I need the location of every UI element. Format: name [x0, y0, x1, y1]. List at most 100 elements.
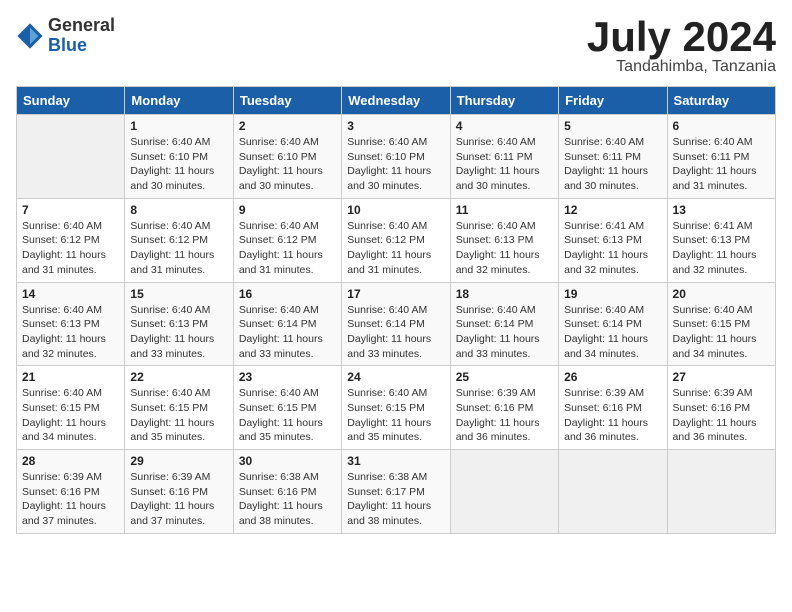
day-number: 23 — [239, 370, 336, 384]
day-detail: Sunrise: 6:40 AM Sunset: 6:10 PM Dayligh… — [239, 135, 336, 194]
calendar-cell: 12Sunrise: 6:41 AM Sunset: 6:13 PM Dayli… — [559, 198, 667, 282]
calendar-cell: 8Sunrise: 6:40 AM Sunset: 6:12 PM Daylig… — [125, 198, 233, 282]
day-detail: Sunrise: 6:40 AM Sunset: 6:10 PM Dayligh… — [347, 135, 444, 194]
day-number: 19 — [564, 287, 661, 301]
calendar-week-1: 1Sunrise: 6:40 AM Sunset: 6:10 PM Daylig… — [17, 115, 776, 199]
day-detail: Sunrise: 6:40 AM Sunset: 6:10 PM Dayligh… — [130, 135, 227, 194]
calendar-cell: 18 Sunrise: 6:40 AM Sunset: 6:14 PM Dayli… — [450, 282, 558, 366]
header-tuesday: Tuesday — [233, 87, 341, 115]
day-number: 29 — [130, 454, 227, 468]
day-number: 3 — [347, 119, 444, 133]
location-subtitle: Tandahimba, Tanzania — [587, 58, 776, 76]
calendar-cell: 29Sunrise: 6:39 AM Sunset: 6:16 PM Dayli… — [125, 450, 233, 534]
day-number: 11 — [456, 203, 553, 217]
logo-icon — [16, 22, 44, 50]
day-detail: Sunrise: 6:41 AM Sunset: 6:13 PM Dayligh… — [673, 219, 770, 278]
day-detail: Sunrise: 6:40 AM Sunset: 6:15 PM Dayligh… — [347, 386, 444, 445]
calendar-week-4: 21 Sunrise: 6:40 AM Sunset: 6:15 PM Dayli… — [17, 366, 776, 450]
header-wednesday: Wednesday — [342, 87, 450, 115]
calendar-week-2: 7 Sunrise: 6:40 AM Sunset: 6:12 PM Daylig… — [17, 198, 776, 282]
month-year-title: July 2024 — [587, 16, 776, 58]
page-header: General Blue July 2024 Tandahimba, Tanza… — [16, 16, 776, 76]
day-detail: Sunrise: 6:40 AM Sunset: 6:11 PM Dayligh… — [456, 135, 553, 194]
header-saturday: Saturday — [667, 87, 775, 115]
calendar-cell: 30Sunrise: 6:38 AM Sunset: 6:16 PM Dayli… — [233, 450, 341, 534]
day-number: 7 — [22, 203, 119, 217]
calendar-cell: 27Sunrise: 6:39 AM Sunset: 6:16 PM Dayli… — [667, 366, 775, 450]
calendar-week-3: 14 Sunrise: 6:40 AM Sunset: 6:13 PM Dayli… — [17, 282, 776, 366]
day-number: 14 — [22, 287, 119, 301]
logo-text: General Blue — [48, 16, 115, 56]
calendar-cell: 15Sunrise: 6:40 AM Sunset: 6:13 PM Dayli… — [125, 282, 233, 366]
day-detail: Sunrise: 6:40 AM Sunset: 6:11 PM Dayligh… — [673, 135, 770, 194]
day-detail: Sunrise: 6:39 AM Sunset: 6:16 PM Dayligh… — [456, 386, 553, 445]
logo-blue: Blue — [48, 36, 115, 56]
day-detail: Sunrise: 6:40 AM Sunset: 6:15 PM Dayligh… — [239, 386, 336, 445]
day-number: 22 — [130, 370, 227, 384]
calendar-cell: 19 Sunrise: 6:40 AM Sunset: 6:14 PM Dayli… — [559, 282, 667, 366]
calendar-cell: 31 Sunrise: 6:38 AM Sunset: 6:17 PM Dayli… — [342, 450, 450, 534]
calendar-cell: 16Sunrise: 6:40 AM Sunset: 6:14 PM Dayli… — [233, 282, 341, 366]
calendar-cell: 13 Sunrise: 6:41 AM Sunset: 6:13 PM Dayli… — [667, 198, 775, 282]
day-detail: Sunrise: 6:40 AM Sunset: 6:15 PM Dayligh… — [673, 303, 770, 362]
day-detail: Sunrise: 6:40 AM Sunset: 6:13 PM Dayligh… — [130, 303, 227, 362]
calendar-cell: 26Sunrise: 6:39 AM Sunset: 6:16 PM Dayli… — [559, 366, 667, 450]
day-detail: Sunrise: 6:40 AM Sunset: 6:12 PM Dayligh… — [347, 219, 444, 278]
day-number: 30 — [239, 454, 336, 468]
calendar-cell: 21 Sunrise: 6:40 AM Sunset: 6:15 PM Dayli… — [17, 366, 125, 450]
day-detail: Sunrise: 6:40 AM Sunset: 6:11 PM Dayligh… — [564, 135, 661, 194]
day-number: 13 — [673, 203, 770, 217]
calendar-cell: 22Sunrise: 6:40 AM Sunset: 6:15 PM Dayli… — [125, 366, 233, 450]
day-detail: Sunrise: 6:40 AM Sunset: 6:14 PM Dayligh… — [239, 303, 336, 362]
calendar-cell: 4 Sunrise: 6:40 AM Sunset: 6:11 PM Daylig… — [450, 115, 558, 199]
day-number: 27 — [673, 370, 770, 384]
day-number: 21 — [22, 370, 119, 384]
day-detail: Sunrise: 6:40 AM Sunset: 6:12 PM Dayligh… — [130, 219, 227, 278]
day-number: 31 — [347, 454, 444, 468]
day-detail: Sunrise: 6:40 AM Sunset: 6:14 PM Dayligh… — [564, 303, 661, 362]
calendar-cell — [667, 450, 775, 534]
header-thursday: Thursday — [450, 87, 558, 115]
day-number: 25 — [456, 370, 553, 384]
calendar-cell: 9Sunrise: 6:40 AM Sunset: 6:12 PM Daylig… — [233, 198, 341, 282]
day-number: 2 — [239, 119, 336, 133]
calendar-table: SundayMondayTuesdayWednesdayThursdayFrid… — [16, 86, 776, 534]
day-detail: Sunrise: 6:40 AM Sunset: 6:13 PM Dayligh… — [456, 219, 553, 278]
day-number: 5 — [564, 119, 661, 133]
calendar-cell: 24 Sunrise: 6:40 AM Sunset: 6:15 PM Dayli… — [342, 366, 450, 450]
header-friday: Friday — [559, 87, 667, 115]
day-detail: Sunrise: 6:40 AM Sunset: 6:14 PM Dayligh… — [456, 303, 553, 362]
header-row: SundayMondayTuesdayWednesdayThursdayFrid… — [17, 87, 776, 115]
calendar-cell: 2 Sunrise: 6:40 AM Sunset: 6:10 PM Daylig… — [233, 115, 341, 199]
day-number: 6 — [673, 119, 770, 133]
day-number: 24 — [347, 370, 444, 384]
calendar-cell: 28Sunrise: 6:39 AM Sunset: 6:16 PM Dayli… — [17, 450, 125, 534]
day-number: 10 — [347, 203, 444, 217]
day-number: 9 — [239, 203, 336, 217]
header-sunday: Sunday — [17, 87, 125, 115]
day-number: 17 — [347, 287, 444, 301]
day-detail: Sunrise: 6:40 AM Sunset: 6:12 PM Dayligh… — [22, 219, 119, 278]
calendar-cell: 3 Sunrise: 6:40 AM Sunset: 6:10 PM Daylig… — [342, 115, 450, 199]
calendar-cell: 7 Sunrise: 6:40 AM Sunset: 6:12 PM Daylig… — [17, 198, 125, 282]
day-number: 18 — [456, 287, 553, 301]
calendar-week-5: 28Sunrise: 6:39 AM Sunset: 6:16 PM Dayli… — [17, 450, 776, 534]
calendar-cell: 5 Sunrise: 6:40 AM Sunset: 6:11 PM Daylig… — [559, 115, 667, 199]
title-block: July 2024 Tandahimba, Tanzania — [587, 16, 776, 76]
calendar-cell: 11 Sunrise: 6:40 AM Sunset: 6:13 PM Dayli… — [450, 198, 558, 282]
day-detail: Sunrise: 6:38 AM Sunset: 6:17 PM Dayligh… — [347, 470, 444, 529]
calendar-cell: 6 Sunrise: 6:40 AM Sunset: 6:11 PM Daylig… — [667, 115, 775, 199]
calendar-cell — [450, 450, 558, 534]
day-number: 28 — [22, 454, 119, 468]
day-number: 26 — [564, 370, 661, 384]
logo-general: General — [48, 16, 115, 36]
calendar-body: 1Sunrise: 6:40 AM Sunset: 6:10 PM Daylig… — [17, 115, 776, 534]
day-detail: Sunrise: 6:40 AM Sunset: 6:15 PM Dayligh… — [22, 386, 119, 445]
day-detail: Sunrise: 6:40 AM Sunset: 6:14 PM Dayligh… — [347, 303, 444, 362]
header-monday: Monday — [125, 87, 233, 115]
day-number: 12 — [564, 203, 661, 217]
calendar-cell: 1Sunrise: 6:40 AM Sunset: 6:10 PM Daylig… — [125, 115, 233, 199]
logo: General Blue — [16, 16, 115, 56]
day-number: 20 — [673, 287, 770, 301]
day-number: 4 — [456, 119, 553, 133]
